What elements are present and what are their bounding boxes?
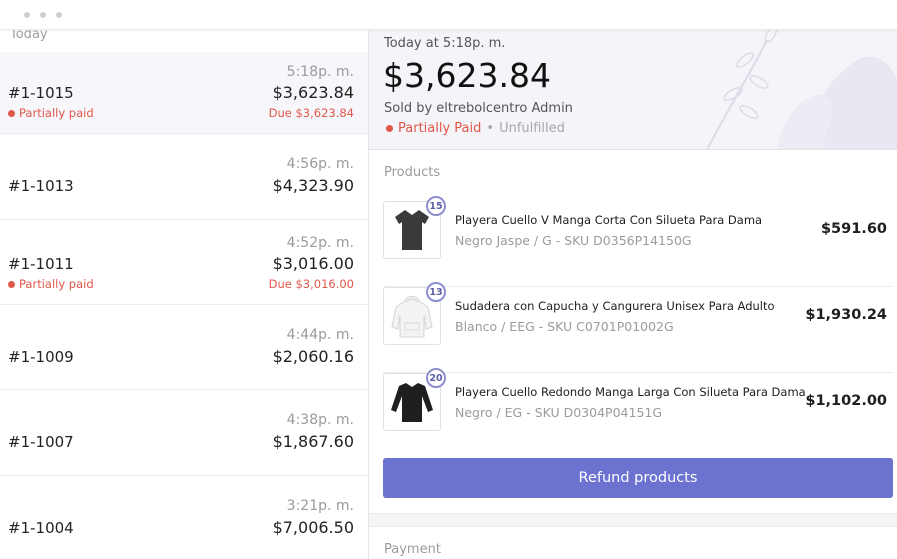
- section-divider: [369, 513, 897, 527]
- products-label: Products: [384, 165, 441, 180]
- order-status-line: Partially Paid • Unfulfilled: [386, 121, 565, 136]
- order-total: $3,623.84: [383, 56, 551, 95]
- order-number: #1-1004: [8, 519, 74, 537]
- order-row-1011[interactable]: 4:52p. m. #1-1011 $3,016.00 Partially pa…: [0, 220, 368, 305]
- order-detail: Today at 5:18p. m. $3,623.84 Sold by elt…: [369, 0, 897, 559]
- status-dot-icon: [8, 109, 15, 117]
- status-badge: Partially paid: [8, 106, 94, 120]
- product-price: $1,102.00: [805, 393, 887, 409]
- due-amount: Due $3,623.84: [268, 106, 354, 120]
- order-time: 3:21p. m.: [286, 498, 354, 514]
- order-amount: $3,623.84: [272, 83, 354, 102]
- status-text: Partially paid: [19, 277, 94, 291]
- order-time: 5:18p. m.: [286, 64, 354, 80]
- close-dot-icon[interactable]: [24, 12, 30, 18]
- product-price: $591.60: [820, 221, 887, 237]
- payment-status: Partially Paid: [398, 121, 482, 136]
- order-list: Today 5:18p. m. #1-1015 $3,623.84 Partia…: [0, 0, 369, 559]
- quantity-badge: 13: [426, 282, 446, 302]
- order-row-1004[interactable]: 3:21p. m. #1-1004 $7,006.50: [0, 476, 368, 559]
- due-amount: Due $3,016.00: [268, 277, 354, 291]
- order-row-1015[interactable]: 5:18p. m. #1-1015 $3,623.84 Partially pa…: [0, 52, 368, 134]
- status-text: Partially paid: [19, 106, 94, 120]
- product-name: Playera Cuello Redondo Manga Larga Con S…: [455, 385, 806, 399]
- status-badge: Partially paid: [8, 277, 94, 291]
- product-name: Sudadera con Capucha y Cangurera Unisex …: [455, 299, 775, 313]
- fulfillment-status: Unfulfilled: [499, 121, 565, 136]
- order-row-1007[interactable]: 4:38p. m. #1-1007 $1,867.60: [0, 390, 368, 476]
- order-row-1013[interactable]: 4:56p. m. #1-1013 $4,323.90: [0, 134, 368, 220]
- status-dot-icon: [386, 125, 393, 132]
- sold-by: Sold by eltrebolcentro Admin: [384, 101, 573, 116]
- status-separator: •: [486, 121, 495, 136]
- product-variant: Blanco / EEG - SKU C0701P01002G: [455, 319, 674, 334]
- order-amount: $3,016.00: [272, 254, 354, 273]
- longsleeve-icon: [391, 383, 433, 422]
- product-variant: Negro Jaspe / G - SKU D0356P14150G: [455, 233, 692, 248]
- order-time: 4:38p. m.: [286, 412, 354, 428]
- window-titlebar: [0, 0, 897, 30]
- product-price: $1,930.24: [805, 307, 887, 323]
- order-amount: $4,323.90: [272, 176, 354, 195]
- payment-label: Payment: [384, 542, 441, 557]
- refund-products-button[interactable]: Refund products: [383, 458, 893, 498]
- hoodie-icon: [391, 296, 433, 338]
- order-date: Today at 5:18p. m.: [384, 36, 506, 51]
- tshirt-icon: [395, 210, 429, 250]
- window-controls: [24, 12, 62, 18]
- order-amount: $7,006.50: [272, 518, 354, 537]
- minimize-dot-icon[interactable]: [40, 12, 46, 18]
- product-variant: Negro / EG - SKU D0304P04151G: [455, 405, 663, 420]
- order-number: #1-1011: [8, 255, 74, 273]
- order-row-1009[interactable]: 4:44p. m. #1-1009 $2,060.16: [0, 305, 368, 390]
- quantity-badge: 15: [426, 196, 446, 216]
- order-number: #1-1015: [8, 84, 74, 102]
- quantity-badge: 20: [426, 368, 446, 388]
- product-row[interactable]: 20 Playera Cuello Redondo Manga Larga Co…: [383, 368, 893, 459]
- order-time: 4:56p. m.: [286, 156, 354, 172]
- order-amount: $2,060.16: [272, 347, 354, 366]
- status-dot-icon: [8, 280, 15, 288]
- order-number: #1-1007: [8, 433, 74, 451]
- order-amount: $1,867.60: [272, 432, 354, 451]
- decorative-illustration: [706, 25, 897, 149]
- product-name: Playera Cuello V Manga Corta Con Silueta…: [455, 213, 763, 227]
- order-number: #1-1013: [8, 177, 74, 195]
- order-time: 4:52p. m.: [286, 235, 354, 251]
- product-row[interactable]: 15 Playera Cuello V Manga Corta Con Silu…: [383, 196, 893, 287]
- order-number: #1-1009: [8, 348, 74, 366]
- maximize-dot-icon[interactable]: [56, 12, 62, 18]
- product-row[interactable]: 13 Sudadera con Capucha y Cangurera Unis…: [383, 282, 893, 373]
- order-time: 4:44p. m.: [286, 327, 354, 343]
